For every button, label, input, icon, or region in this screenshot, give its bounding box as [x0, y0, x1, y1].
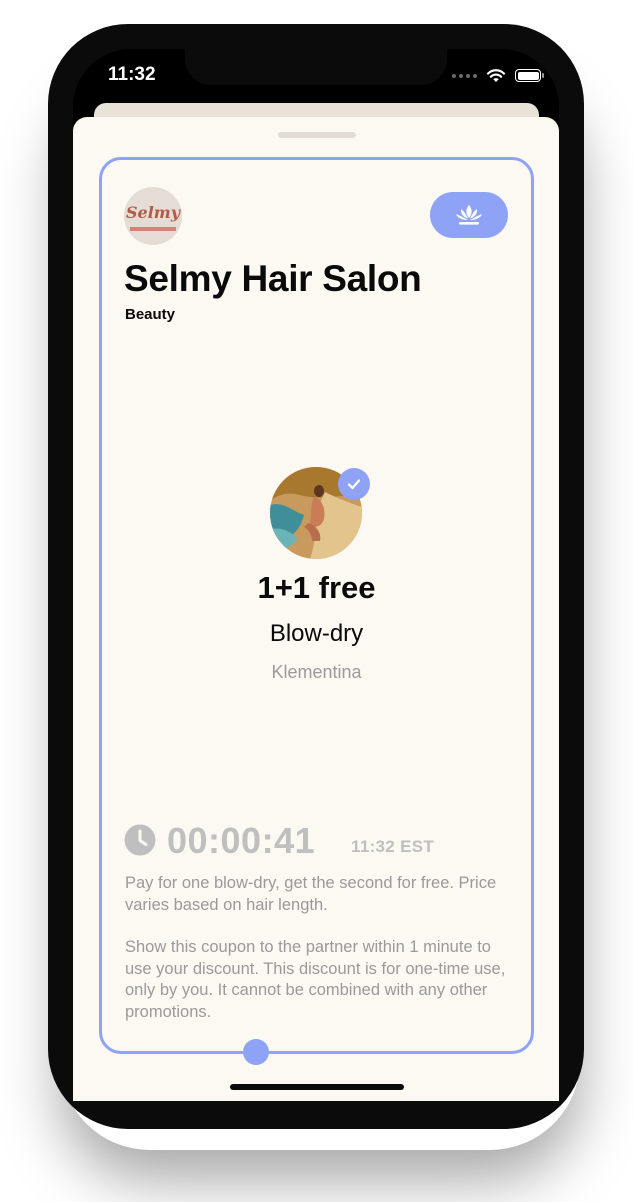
verified-badge: [338, 468, 370, 500]
wifi-icon: [486, 69, 506, 82]
current-time-est: 11:32 EST: [351, 837, 435, 856]
battery-icon: [515, 69, 544, 82]
sheet-grabber[interactable]: [278, 132, 356, 138]
clock-icon: [124, 824, 156, 856]
lotus-button[interactable]: [430, 192, 508, 238]
checkmark-icon: [347, 479, 361, 490]
lotus-icon: [456, 205, 482, 225]
card-drag-handle[interactable]: [243, 1039, 269, 1065]
offer-title: 1+1 free: [257, 570, 376, 605]
offer-description: Pay for one blow-dry, get the second for…: [125, 874, 497, 914]
partner-logo-text: Selmy: [125, 203, 181, 222]
provider-name: Klementina: [271, 662, 362, 682]
status-icons: [452, 68, 544, 83]
home-indicator[interactable]: [230, 1084, 404, 1090]
coupon-terms: Show this coupon to the partner within 1…: [125, 938, 506, 1021]
notch: [185, 49, 447, 85]
status-time: 11:32: [108, 64, 156, 85]
cellular-signal-icon: [452, 73, 477, 78]
partner-logo: Selmy: [124, 187, 182, 245]
countdown-timer: 00:00:41: [167, 820, 316, 861]
partner-name: Selmy Hair Salon: [124, 258, 422, 299]
partner-category: Beauty: [125, 306, 176, 323]
service-name: Blow-dry: [269, 620, 364, 647]
